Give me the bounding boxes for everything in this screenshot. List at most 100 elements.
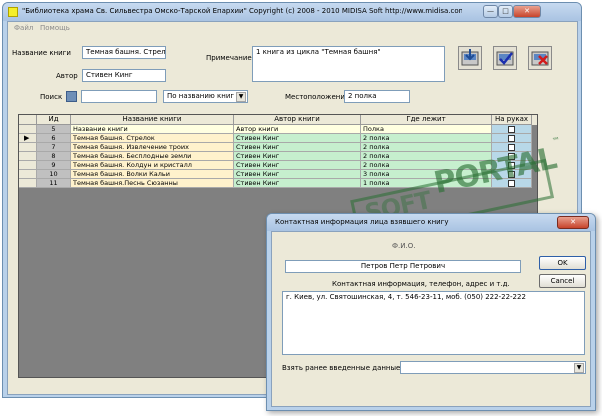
on-hand-checkbox[interactable] (508, 135, 515, 142)
search-input[interactable] (81, 90, 157, 103)
header-title[interactable]: Название книги (71, 115, 234, 125)
on-hand-checkbox[interactable] (508, 171, 515, 178)
cell-title[interactable]: Темная башня. Извлечение троих (71, 143, 234, 152)
cell-on-hand[interactable] (492, 170, 532, 179)
cell-on-hand[interactable] (492, 161, 532, 170)
cell-on-hand[interactable] (492, 179, 532, 188)
table-row[interactable]: 9 Темная башня. Колдун и кристалл Стивен… (19, 161, 537, 170)
header-id[interactable]: Ид (37, 115, 71, 125)
row-indicator: ▶ (19, 134, 37, 143)
cell-on-hand[interactable] (492, 143, 532, 152)
cancel-button[interactable]: Cancel (539, 274, 586, 288)
on-hand-checkbox[interactable] (508, 126, 515, 133)
header-location[interactable]: Где лежит (361, 115, 492, 125)
contact-label: Контактная информация, телефон, адрес и … (332, 280, 510, 288)
search-mode-value: По названию книг (167, 92, 235, 100)
cell-author[interactable]: Стивен Кинг (234, 170, 361, 179)
cell-location[interactable]: 2 полка (361, 152, 492, 161)
previous-data-select[interactable]: ▼ (400, 361, 586, 374)
save-button[interactable] (458, 46, 482, 70)
chevron-down-icon[interactable]: ▼ (574, 363, 584, 373)
cell-id[interactable]: 11 (37, 179, 71, 188)
note-label: Примечание (206, 54, 252, 62)
fio-field[interactable]: Петров Петр Петрович (285, 260, 521, 273)
table-row-header-record[interactable]: 5 Название книги Автор книги Полка (19, 125, 537, 134)
title-bar[interactable]: "Библиотека храма Св. Сильвестра Омско-Т… (3, 3, 581, 21)
delete-button[interactable] (528, 46, 552, 70)
cell-location[interactable]: 2 полка (361, 143, 492, 152)
row-indicator (19, 179, 37, 188)
cell-location[interactable]: 3 полка (361, 170, 492, 179)
cell-on-hand[interactable] (492, 134, 532, 143)
on-hand-checkbox[interactable] (508, 180, 515, 187)
search-icon[interactable] (66, 91, 77, 102)
menu-help[interactable]: Помощь (40, 24, 70, 32)
cell-author[interactable]: Стивен Кинг (234, 152, 361, 161)
author-field[interactable]: Стивен Кинг (82, 69, 166, 82)
book-title-field[interactable]: Темная башня. Стрелок (82, 46, 166, 59)
cell-location[interactable]: 1 полка (361, 179, 492, 188)
save-arrow-icon (461, 49, 479, 66)
minimize-button[interactable]: — (483, 5, 498, 18)
cell-author[interactable]: Стивен Кинг (234, 161, 361, 170)
table-header: Ид Название книги Автор книги Где лежит … (19, 115, 537, 125)
book-title-label: Название книги (12, 49, 71, 57)
row-indicator (19, 161, 37, 170)
ok-button[interactable]: OK (539, 256, 586, 270)
dialog-close-button[interactable]: ✕ (557, 216, 589, 229)
cell-id[interactable]: 8 (37, 152, 71, 161)
cell-title[interactable]: Темная башня. Колдун и кристалл (71, 161, 234, 170)
dialog-title: Контактная информация лица взявшего книг… (275, 218, 449, 226)
cell-location[interactable]: 2 полка (361, 134, 492, 143)
table-row[interactable]: 11 Темная башня.Песнь Сюзанны Стивен Кин… (19, 179, 537, 188)
search-mode-select[interactable]: По названию книг ▼ (163, 90, 248, 103)
location-field[interactable]: 2 полка (344, 90, 410, 103)
menu-file[interactable]: Файл (14, 24, 33, 32)
previous-data-label: Взять ранее введенные данные: (282, 364, 403, 372)
author-label: Автор (56, 72, 78, 80)
fio-label: Ф.И.О. (392, 242, 416, 250)
table-row[interactable]: 10 Темная башня. Волки Кальи Стивен Кинг… (19, 170, 537, 179)
contact-field[interactable]: г. Киев, ул. Святошинская, 4, т. 546-23-… (282, 291, 585, 355)
note-field[interactable]: 1 книга из цикла "Темная башня" (252, 46, 445, 82)
window-title: "Библиотека храма Св. Сильвестра Омско-Т… (22, 7, 462, 15)
header-on-hand[interactable]: На руках (492, 115, 532, 125)
cell-location[interactable]: Полка (361, 125, 492, 134)
location-label: Местоположение (285, 93, 350, 101)
cell-on-hand[interactable] (492, 152, 532, 161)
cell-id[interactable]: 7 (37, 143, 71, 152)
row-indicator (19, 143, 37, 152)
dialog-title-bar[interactable]: Контактная информация лица взявшего книг… (267, 214, 595, 231)
cell-author[interactable]: Стивен Кинг (234, 134, 361, 143)
close-button[interactable]: ✕ (513, 5, 541, 18)
cell-title[interactable]: Темная башня. Стрелок (71, 134, 234, 143)
on-hand-checkbox[interactable] (508, 162, 515, 169)
cell-title[interactable]: Темная башня.Песнь Сюзанны (71, 179, 234, 188)
contact-dialog: Контактная информация лица взявшего книг… (266, 213, 596, 411)
row-pointer-icon: ▶ (24, 134, 30, 142)
cell-id[interactable]: 9 (37, 161, 71, 170)
on-hand-checkbox[interactable] (508, 144, 515, 151)
cell-id[interactable]: 6 (37, 134, 71, 143)
on-hand-checkbox[interactable] (508, 153, 515, 160)
table-row[interactable]: 8 Темная башня. Бесплодные земли Стивен … (19, 152, 537, 161)
table-row[interactable]: ▶ 6 Темная башня. Стрелок Стивен Кинг 2 … (19, 134, 537, 143)
cell-title[interactable]: Темная башня. Бесплодные земли (71, 152, 234, 161)
row-indicator (19, 170, 37, 179)
cell-author[interactable]: Автор книги (234, 125, 361, 134)
cell-id[interactable]: 5 (37, 125, 71, 134)
delete-cross-icon (531, 51, 549, 66)
cell-id[interactable]: 10 (37, 170, 71, 179)
confirm-button[interactable] (493, 46, 517, 70)
chevron-down-icon[interactable]: ▼ (236, 92, 246, 102)
header-author[interactable]: Автор книги (234, 115, 361, 125)
header-indicator (19, 115, 37, 125)
cell-author[interactable]: Стивен Кинг (234, 179, 361, 188)
cell-location[interactable]: 2 полка (361, 161, 492, 170)
cell-on-hand[interactable] (492, 125, 532, 134)
cell-author[interactable]: Стивен Кинг (234, 143, 361, 152)
cell-title[interactable]: Темная башня. Волки Кальи (71, 170, 234, 179)
maximize-button[interactable]: □ (498, 5, 513, 18)
table-row[interactable]: 7 Темная башня. Извлечение троих Стивен … (19, 143, 537, 152)
cell-title[interactable]: Название книги (71, 125, 234, 134)
